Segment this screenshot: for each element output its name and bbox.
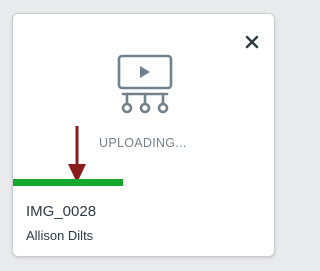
upload-progress-fill [13, 179, 124, 186]
media-author: Allison Dilts [26, 228, 94, 243]
upload-status-text: UPLOADING... [99, 136, 187, 150]
close-icon[interactable] [245, 35, 259, 49]
down-arrow-annotation-icon [67, 126, 87, 184]
upload-progress-bar [13, 179, 274, 186]
upload-card[interactable]: UPLOADING... IMG_0028 Allison Dilts [12, 13, 275, 257]
video-tile-icon [117, 54, 173, 116]
media-title: IMG_0028 [26, 203, 97, 220]
